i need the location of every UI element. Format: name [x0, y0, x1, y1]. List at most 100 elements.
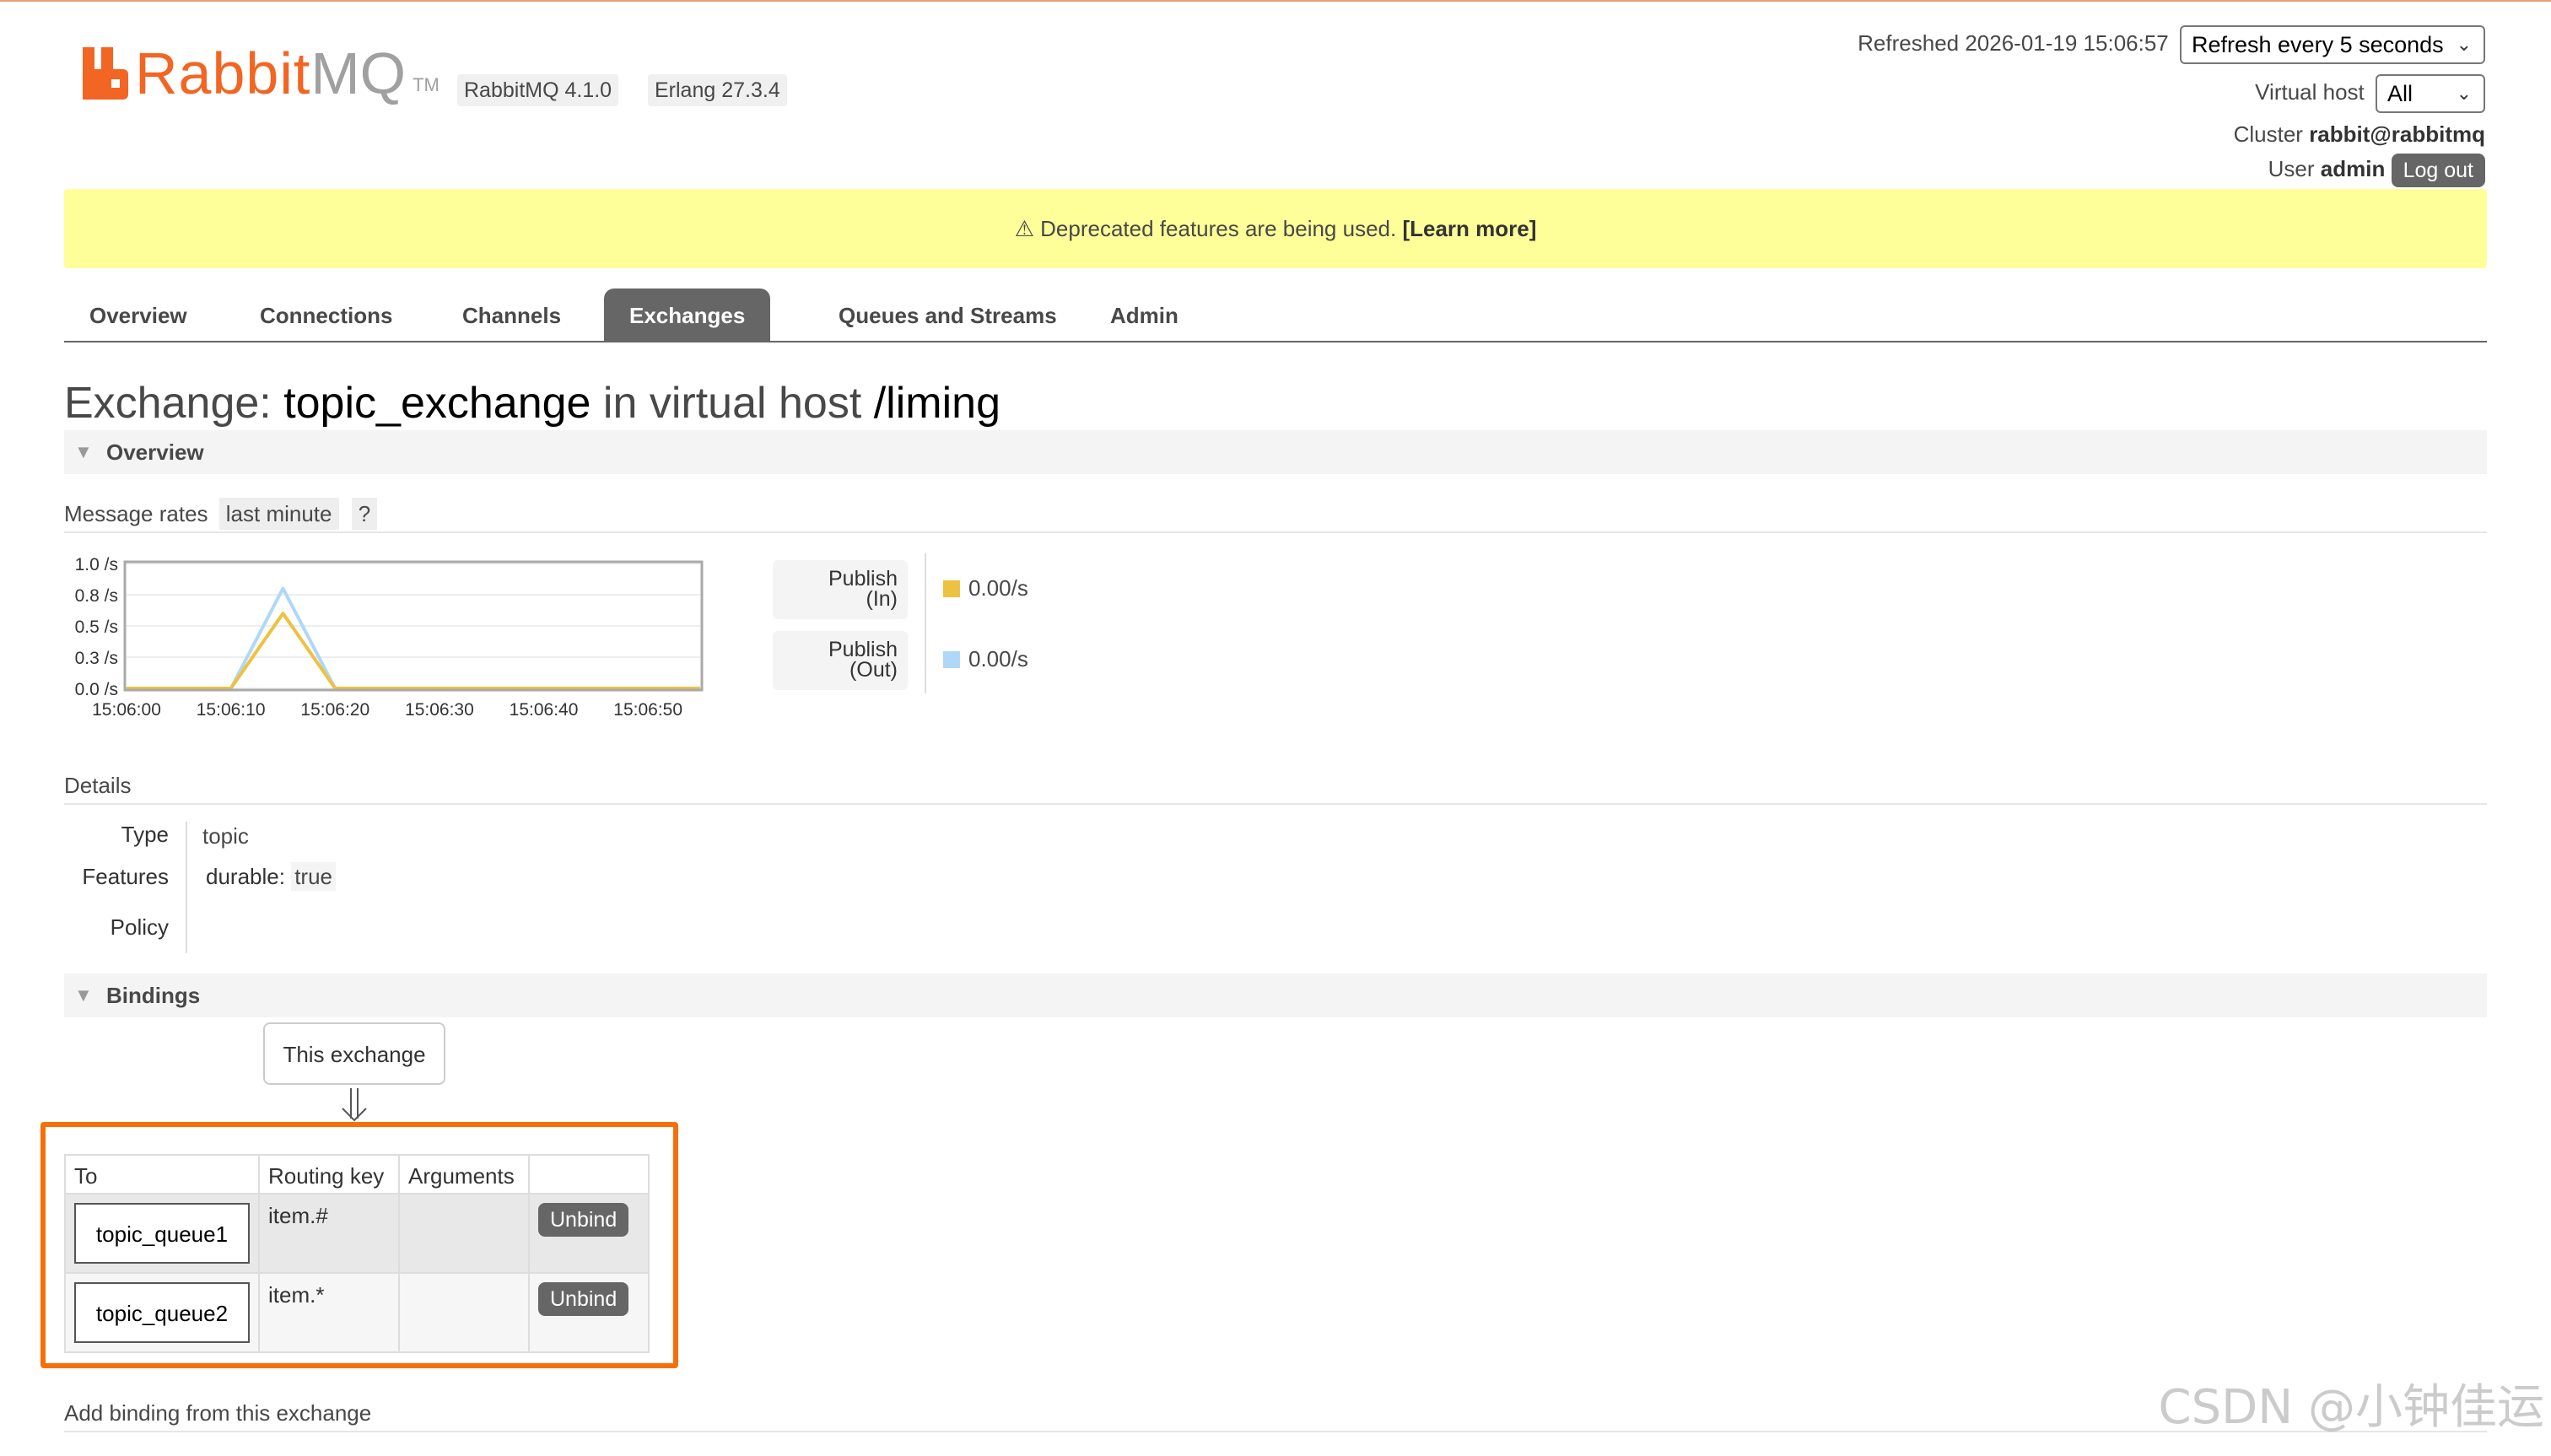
add-binding-header[interactable]: Add binding from this exchange: [64, 1394, 2487, 1432]
message-rates-header: Message rates last minute ?: [64, 494, 2487, 533]
logo-text-mq: MQ: [310, 40, 407, 106]
table-row: topic_queue2 item.* Unbind: [64, 1272, 650, 1353]
tab-admin[interactable]: Admin: [1085, 289, 1204, 341]
unbind-button[interactable]: Unbind: [538, 1282, 629, 1316]
banner-text: ⚠ Deprecated features are being used.: [1014, 216, 1403, 241]
destination-queue-link[interactable]: topic_queue1: [74, 1203, 250, 1264]
logout-button[interactable]: Log out: [2391, 154, 2485, 187]
bindings-table: To Routing key Arguments topic_queue1 it…: [64, 1154, 650, 1353]
column-routing-key: Routing key: [258, 1154, 400, 1194]
cluster-label: Cluster: [2233, 121, 2303, 147]
y-tick-label: 0.8 /s: [75, 586, 118, 606]
rabbit-logo-icon: [83, 47, 128, 100]
x-tick-label: 15:06:50: [613, 700, 682, 720]
y-tick-label: 0.3 /s: [75, 649, 118, 668]
bindings-heading: Bindings: [106, 983, 201, 1008]
refreshed-timestamp: Refreshed 2026-01-19 15:06:57: [1858, 30, 2169, 56]
routing-key-cell: item.*: [258, 1272, 400, 1353]
message-rates-chart: 1.0 /s0.8 /s0.5 /s0.3 /s0.0 /s 15:06:00 1…: [75, 555, 704, 720]
legend-divider: [925, 553, 926, 693]
chart-x-ticks: 15:06:00 15:06:10 15:06:20 15:06:30 15:06:40…: [92, 700, 682, 720]
learn-more-link[interactable]: [Learn more]: [1402, 216, 1536, 241]
series-line-publish-in: [127, 612, 700, 690]
deprecation-banner: ⚠ Deprecated features are being used. [L…: [64, 189, 2487, 268]
virtual-host-row: Virtual host All ⌄: [2255, 74, 2485, 113]
logo-text-rabbit: Rabbit: [135, 40, 311, 106]
column-to: To: [64, 1154, 260, 1194]
tab-overview[interactable]: Overview: [64, 289, 213, 341]
rabbitmq-version-badge: RabbitMQ 4.1.0: [457, 74, 619, 106]
add-binding-label: Add binding from this exchange: [64, 1400, 372, 1426]
overview-heading: Overview: [106, 439, 204, 465]
publish-out-rate-value: 0.00/s: [968, 646, 1028, 671]
chevron-down-icon: ⌄: [2456, 83, 2472, 104]
message-rates-label: Message rates: [64, 501, 208, 526]
title-prefix: Exchange:: [64, 379, 284, 428]
title-vhost: /liming: [873, 379, 1000, 428]
refresh-row: Refreshed 2026-01-19 15:06:57 Refresh ev…: [1858, 25, 2485, 64]
logo-trademark: TM: [413, 74, 440, 95]
publish-in-rate-value: 0.00/s: [968, 575, 1028, 601]
column-actions: [528, 1154, 650, 1194]
tab-queues-and-streams[interactable]: Queues and Streams: [813, 289, 1082, 341]
help-button[interactable]: ?: [351, 498, 378, 530]
tab-exchanges[interactable]: Exchanges: [604, 289, 771, 341]
refresh-interval-value: Refresh every 5 seconds: [2192, 32, 2444, 57]
legend-publish-out[interactable]: Publish (Out): [773, 631, 908, 690]
main-nav-tabs: Overview Connections Channels Exchanges …: [64, 289, 2487, 342]
legend-publish-out-sub: (Out): [849, 658, 898, 682]
publish-out-swatch: [943, 651, 960, 668]
cluster-row: Cluster rabbit@rabbitmq: [2234, 121, 2485, 148]
virtual-host-select[interactable]: All ⌄: [2376, 74, 2485, 113]
refresh-interval-select[interactable]: Refresh every 5 seconds ⌄: [2180, 25, 2485, 64]
type-label: Type: [121, 822, 169, 847]
publish-in-rate: 0.00/s: [943, 575, 1028, 601]
legend-publish-in-sub: (In): [866, 587, 898, 611]
legend-publish-in-label: Publish: [828, 567, 898, 590]
details-heading: Details: [64, 773, 132, 798]
cluster-name: rabbit@rabbitmq: [2309, 121, 2485, 147]
binding-arrow-icon: [342, 1088, 367, 1122]
chart-series: [127, 586, 700, 690]
unbind-button[interactable]: Unbind: [538, 1203, 629, 1237]
type-value: topic: [202, 823, 249, 849]
bindings-section-toggle[interactable]: ▼ Bindings: [64, 973, 2487, 1017]
this-exchange-box: This exchange: [263, 1022, 445, 1085]
user-label: User: [2268, 155, 2315, 181]
virtual-host-value: All: [2387, 81, 2413, 106]
title-middle: in virtual host: [591, 379, 874, 428]
watermark-text: CSDN @小钟佳运: [2158, 1380, 2544, 1435]
column-arguments: Arguments: [398, 1154, 530, 1194]
rate-period-selector[interactable]: last minute: [218, 498, 339, 530]
tab-channels[interactable]: Channels: [437, 289, 586, 341]
destination-queue-link[interactable]: topic_queue2: [74, 1282, 250, 1343]
features-label: Features: [82, 864, 169, 889]
x-tick-label: 15:06:30: [405, 700, 474, 720]
arguments-cell: [398, 1272, 530, 1353]
details-divider: [186, 822, 187, 953]
chart-grid: [125, 563, 702, 689]
table-row: topic_queue1 item.# Unbind: [64, 1193, 650, 1274]
top-accent-line: [0, 0, 2551, 2]
y-tick-label: 0.5 /s: [75, 617, 118, 637]
page-title: Exchange: topic_exchange in virtual host…: [64, 378, 1000, 429]
bindings-table-header: To Routing key Arguments: [64, 1154, 650, 1194]
legend-publish-in[interactable]: Publish (In): [773, 560, 908, 619]
publish-in-swatch: [943, 580, 960, 597]
collapse-triangle-icon: ▼: [74, 441, 93, 462]
virtual-host-label: Virtual host: [2255, 78, 2365, 105]
chevron-down-icon: ⌄: [2456, 34, 2472, 55]
arguments-cell: [398, 1193, 530, 1274]
y-tick-label: 0.0 /s: [75, 680, 118, 699]
x-tick-label: 15:06:40: [510, 700, 579, 720]
tab-connections[interactable]: Connections: [235, 289, 418, 341]
policy-label: Policy: [110, 914, 169, 940]
series-line-publish-out: [127, 586, 700, 690]
overview-section-toggle[interactable]: ▼ Overview: [64, 430, 2487, 474]
publish-out-rate: 0.00/s: [943, 646, 1028, 672]
features-key: durable:: [206, 864, 285, 889]
rabbitmq-logo[interactable]: Rabbit MQ TM: [83, 44, 440, 103]
user-name: admin: [2320, 155, 2386, 181]
title-exchange-name: topic_exchange: [283, 379, 591, 428]
user-row: User admin Log out: [2268, 154, 2485, 187]
